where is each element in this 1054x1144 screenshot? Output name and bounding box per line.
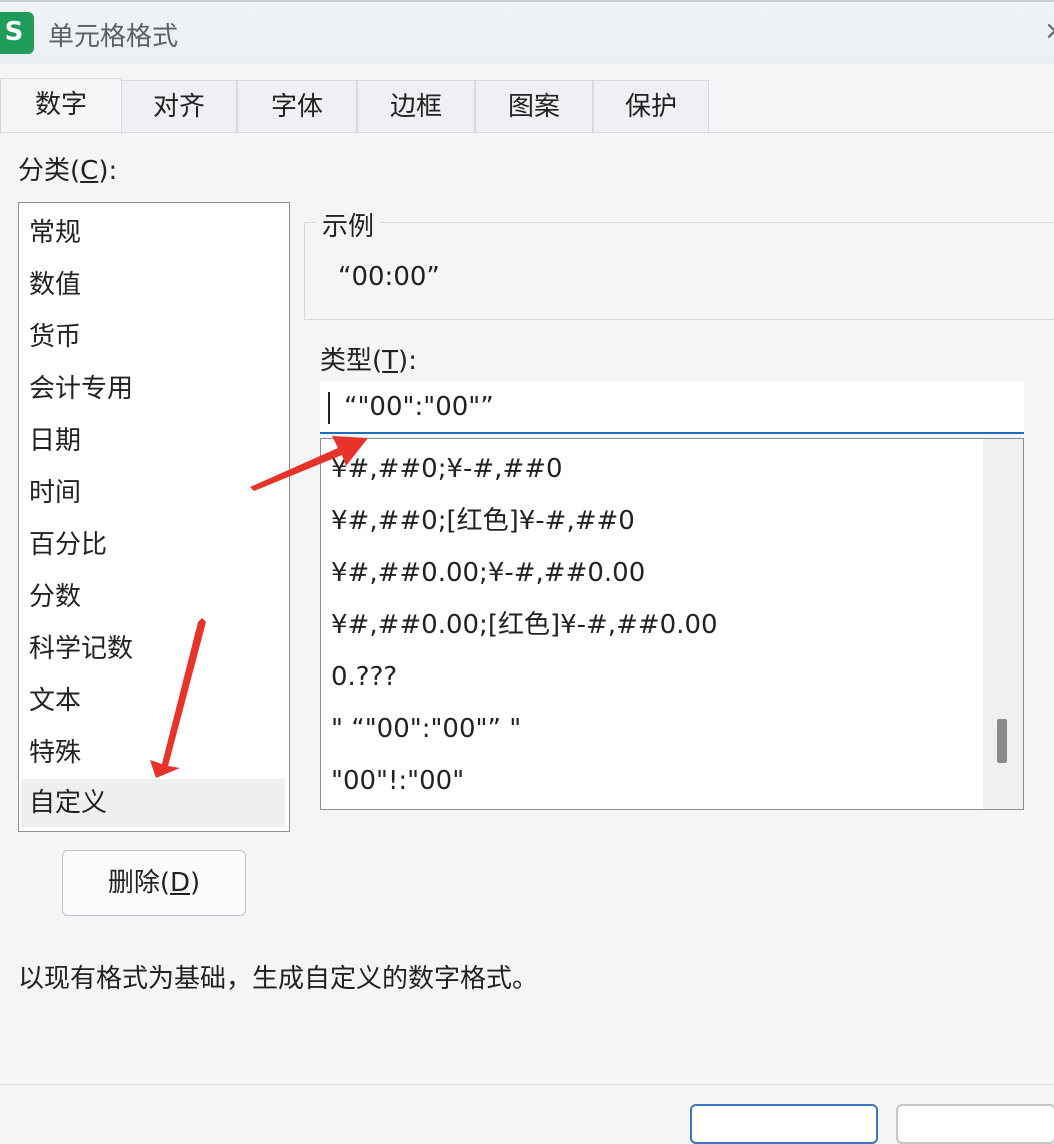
type-label: 类型(T): [320,346,417,376]
title-bar: S 单元格格式 × [0,0,1054,64]
category-general[interactable]: 常规 [21,209,285,257]
format-list[interactable]: ¥#,##0;¥-#,##0 ¥#,##0;[红色]¥-#,##0 ¥#,##0… [320,438,1024,810]
sample-value: “00:00” [338,262,440,292]
sample-legend: 示例 [316,206,381,243]
tab-protection[interactable]: 保护 [593,80,709,132]
category-fraction[interactable]: 分数 [21,573,285,621]
scrollbar-thumb[interactable] [997,719,1007,763]
tab-bar: 数字 对齐 字体 边框 图案 保护 [0,78,1054,134]
delete-button[interactable]: 删除(D) [62,850,246,916]
category-special[interactable]: 特殊 [21,729,285,777]
text-caret [328,392,330,424]
format-list-scrollbar[interactable] [983,439,1023,809]
format-item[interactable]: ¥#,##0.00;[红色]¥-#,##0.00 [331,599,718,651]
ok-button[interactable] [690,1104,878,1144]
tab-font[interactable]: 字体 [237,80,357,132]
category-accounting[interactable]: 会计专用 [21,365,285,413]
category-text[interactable]: 文本 [21,677,285,725]
type-input-value: “"00":"00"” [344,392,494,422]
tab-alignment[interactable]: 对齐 [121,80,237,132]
category-number[interactable]: 数值 [21,261,285,309]
category-time[interactable]: 时间 [21,469,285,517]
format-item[interactable]: 0.??? [331,651,397,703]
tab-divider [0,132,1054,133]
format-item[interactable]: ¥#,##0;[红色]¥-#,##0 [331,495,635,547]
category-scientific[interactable]: 科学记数 [21,625,285,673]
category-date[interactable]: 日期 [21,417,285,465]
category-currency[interactable]: 货币 [21,313,285,361]
category-percentage[interactable]: 百分比 [21,521,285,569]
format-description: 以现有格式为基础，生成自定义的数字格式。 [18,964,539,994]
close-icon[interactable]: × [1044,16,1054,46]
spreadsheet-s-icon: S [0,12,34,54]
format-item[interactable]: " “"00":"00"” " [331,703,521,755]
category-custom[interactable]: 自定义 [21,779,285,827]
cancel-button[interactable] [896,1104,1054,1144]
tab-pattern[interactable]: 图案 [475,80,593,132]
category-list[interactable]: 常规 数值 货币 会计专用 日期 时间 百分比 分数 科学记数 文本 特殊 自定… [18,202,290,832]
tab-number[interactable]: 数字 [0,78,122,134]
format-item[interactable]: ¥#,##0;¥-#,##0 [331,443,563,495]
type-input[interactable]: “"00":"00"” [320,382,1024,434]
category-label: 分类(C): [18,156,118,186]
footer-divider [0,1084,1054,1085]
format-item[interactable]: "00"!:"00" [331,755,464,807]
tab-border[interactable]: 边框 [357,80,475,132]
dialog-title: 单元格格式 [48,22,179,52]
format-item[interactable]: ¥#,##0.00;¥-#,##0.00 [331,547,645,599]
